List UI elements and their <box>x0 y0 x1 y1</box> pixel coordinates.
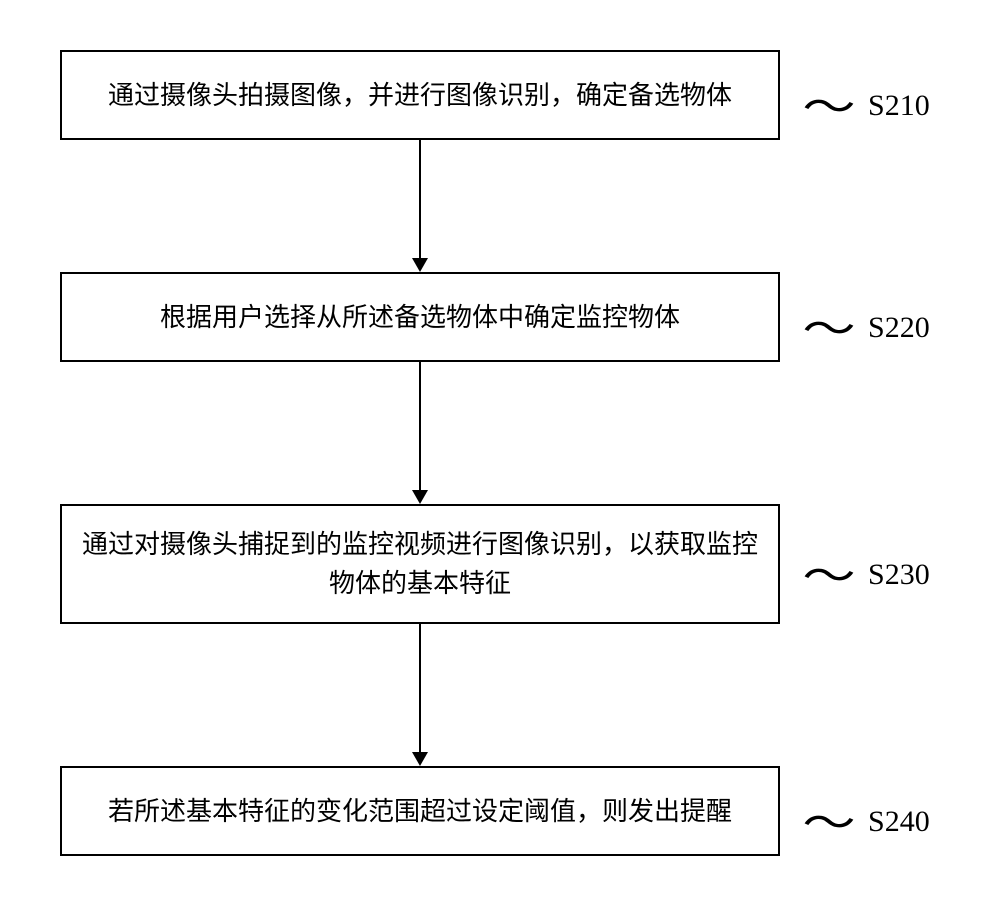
flowchart-canvas: 通过摄像头拍摄图像，并进行图像识别，确定备选物体 〜 S210 根据用户选择从所… <box>0 0 1000 917</box>
flow-step-1-label-text: S210 <box>868 89 930 123</box>
flow-arrowhead-3 <box>412 752 428 766</box>
flow-step-1-text: 通过摄像头拍摄图像，并进行图像识别，确定备选物体 <box>108 76 732 115</box>
flow-arrowhead-2 <box>412 490 428 504</box>
flow-step-2-label-text: S220 <box>868 311 930 345</box>
flow-connector-3 <box>419 624 421 754</box>
flow-step-4-text: 若所述基本特征的变化范围超过设定阈值，则发出提醒 <box>108 792 732 831</box>
flow-step-4-label-text: S240 <box>868 805 930 839</box>
flow-step-3-text: 通过对摄像头捕捉到的监控视频进行图像识别，以获取监控物体的基本特征 <box>82 525 758 603</box>
flow-step-3-label-text: S230 <box>868 558 930 592</box>
flow-step-1: 通过摄像头拍摄图像，并进行图像识别，确定备选物体 <box>60 50 780 140</box>
flow-step-2-label: 〜 S220 <box>810 300 930 355</box>
flow-step-3: 通过对摄像头捕捉到的监控视频进行图像识别，以获取监控物体的基本特征 <box>60 504 780 624</box>
tilde-icon: 〜 <box>802 789 855 850</box>
flow-arrowhead-1 <box>412 258 428 272</box>
flow-step-2-text: 根据用户选择从所述备选物体中确定监控物体 <box>160 298 680 337</box>
tilde-icon: 〜 <box>802 73 855 134</box>
tilde-icon: 〜 <box>802 542 855 603</box>
flow-connector-1 <box>419 140 421 260</box>
flow-connector-2 <box>419 362 421 492</box>
flow-step-1-label: 〜 S210 <box>810 78 930 133</box>
flow-step-4: 若所述基本特征的变化范围超过设定阈值，则发出提醒 <box>60 766 780 856</box>
flow-step-2: 根据用户选择从所述备选物体中确定监控物体 <box>60 272 780 362</box>
tilde-icon: 〜 <box>802 295 855 356</box>
flow-step-4-label: 〜 S240 <box>810 794 930 849</box>
flow-step-3-label: 〜 S230 <box>810 547 930 602</box>
